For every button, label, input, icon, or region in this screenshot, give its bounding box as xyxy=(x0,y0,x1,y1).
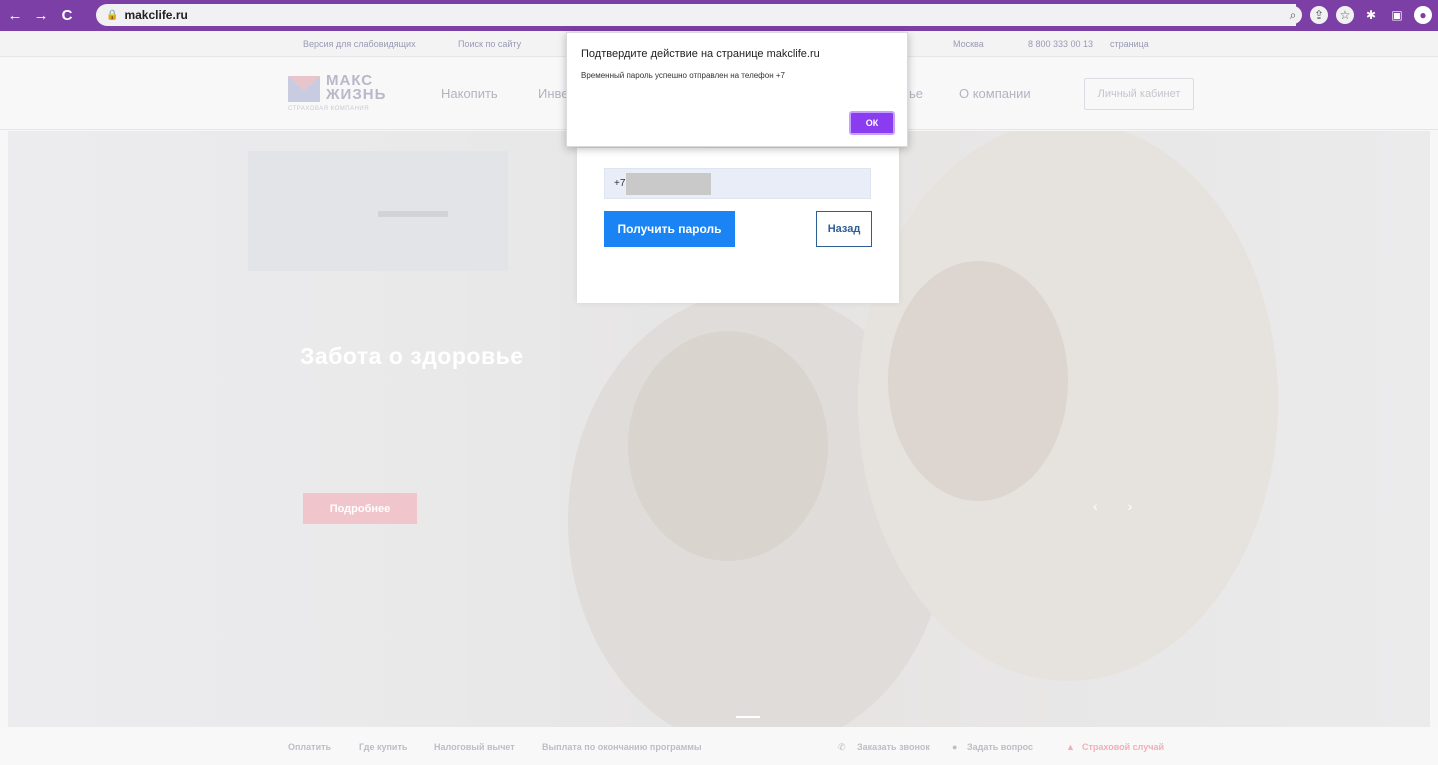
hotline-phone[interactable]: 8 800 333 00 13 xyxy=(1028,39,1093,49)
dialog-ok-button[interactable]: ОК xyxy=(849,111,895,135)
star-icon[interactable]: ☆ xyxy=(1336,6,1354,24)
carousel-prev-icon[interactable]: ‹ xyxy=(1093,498,1098,514)
url-text: makclife.ru xyxy=(124,8,188,22)
browser-toolbar: ← → C 🔒 makclife.ru ⌕ ⇪ ☆ ✱ ▣ ● xyxy=(0,0,1438,31)
share-icon[interactable]: ⇪ xyxy=(1310,6,1328,24)
warning-icon: ▲ xyxy=(1066,742,1075,752)
footer-link-payout[interactable]: Выплата по окончанию программы xyxy=(542,742,702,752)
logo-text-line2: ЖИЗНЬ xyxy=(326,86,387,103)
footer-link-pay[interactable]: Оплатить xyxy=(288,742,331,752)
logo-subtitle: СТРАХОВАЯ КОМПАНИЯ xyxy=(288,106,370,112)
footer-insurance-case[interactable]: Страховой случай xyxy=(1082,742,1164,752)
carousel-indicator[interactable] xyxy=(736,716,760,718)
get-password-button[interactable]: Получить пароль xyxy=(604,211,735,247)
phone-number-redacted xyxy=(626,172,712,195)
carousel-next-icon[interactable]: › xyxy=(1128,498,1133,514)
zoom-icon[interactable]: ⌕ xyxy=(1284,6,1302,24)
toolbar-actions: ⌕ ⇪ ☆ ✱ ▣ ● xyxy=(1284,6,1432,24)
footer-ask-question[interactable]: Задать вопрос xyxy=(967,742,1033,752)
background-book xyxy=(378,211,448,217)
nav-item-save[interactable]: Накопить xyxy=(441,86,498,101)
back-icon[interactable]: ← xyxy=(4,7,26,24)
phone-prefix: +7 xyxy=(614,178,626,189)
carousel-controls: ‹ › xyxy=(1093,498,1132,514)
footer-link-where-buy[interactable]: Где купить xyxy=(359,742,407,752)
extension-icon[interactable]: ✱ xyxy=(1362,6,1380,24)
accessible-version-link[interactable]: Версия для слабовидящих xyxy=(303,39,416,49)
footer-order-call[interactable]: Заказать звонок xyxy=(857,742,930,752)
city-selector[interactable]: Москва xyxy=(953,39,984,49)
dialog-title: Подтвердите действие на странице makclif… xyxy=(581,48,820,60)
reload-icon[interactable]: C xyxy=(56,7,78,24)
lock-icon: 🔒 xyxy=(106,9,119,21)
dialog-message: Временный пароль успешно отправлен на те… xyxy=(581,71,785,80)
hero-face-left xyxy=(628,331,828,561)
personal-account-button[interactable]: Личный кабинет xyxy=(1084,78,1194,110)
confirm-dialog: Подтвердите действие на странице makclif… xyxy=(566,32,908,147)
logo[interactable]: МАКС ЖИЗНЬ СТРАХОВАЯ КОМПАНИЯ xyxy=(288,72,398,120)
nav-item-about[interactable]: О компании xyxy=(959,86,1031,101)
page-link[interactable]: страница xyxy=(1110,39,1149,49)
address-bar[interactable]: 🔒 makclife.ru xyxy=(96,4,1416,26)
hero-title: Забота о здоровье xyxy=(300,343,524,369)
site-search-link[interactable]: Поиск по сайту xyxy=(458,39,521,49)
profile-icon[interactable]: ● xyxy=(1414,6,1432,24)
nav-item-invest[interactable]: Инве xyxy=(538,86,569,101)
forward-icon[interactable]: → xyxy=(30,7,52,24)
logo-mark-icon xyxy=(288,76,320,102)
nav-item-health[interactable]: ье xyxy=(909,86,923,101)
footer-link-tax[interactable]: Налоговый вычет xyxy=(434,742,515,752)
bottom-bar: Оплатить Где купить Налоговый вычет Выпл… xyxy=(0,727,1438,765)
question-icon: ● xyxy=(952,742,958,752)
login-modal: +7 Получить пароль Назад xyxy=(577,148,899,303)
hero-more-button[interactable]: Подробнее xyxy=(303,493,417,524)
sidepanel-icon[interactable]: ▣ xyxy=(1388,6,1406,24)
phone-input[interactable]: +7 xyxy=(604,168,871,199)
phone-icon: ✆ xyxy=(838,742,846,752)
back-button[interactable]: Назад xyxy=(816,211,872,247)
hero-face-right xyxy=(888,261,1068,501)
